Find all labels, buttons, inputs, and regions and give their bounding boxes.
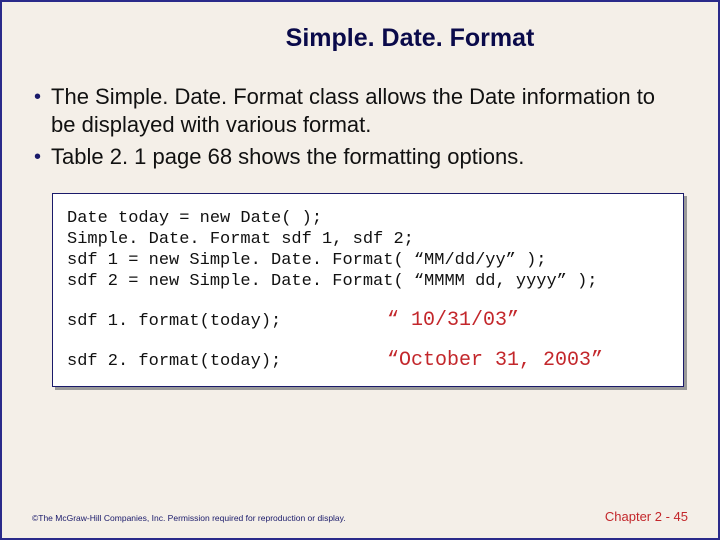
footer: ©The McGraw-Hill Companies, Inc. Permiss… (32, 509, 688, 524)
bullet-icon: • (34, 143, 41, 171)
code-line: sdf 2 = new Simple. Date. Format( “MMMM … (67, 271, 669, 292)
code-line: Date today = new Date( ); (67, 208, 669, 229)
code-output: “ 10/31/03” (387, 310, 519, 331)
code-output: “October 31, 2003” (387, 350, 603, 371)
bullet-text: Table 2. 1 page 68 shows the formatting … (51, 143, 524, 171)
bullet-text: The Simple. Date. Format class allows th… (51, 83, 678, 139)
code-block: Date today = new Date( ); Simple. Date. … (52, 193, 684, 387)
code-line: Simple. Date. Format sdf 1, sdf 2; (67, 229, 669, 250)
result-row: sdf 1. format(today); “ 10/31/03” (67, 310, 669, 332)
result-row: sdf 2. format(today); “October 31, 2003” (67, 350, 669, 372)
slide-title: Simple. Date. Format (2, 2, 718, 83)
code-call: sdf 1. format(today); (67, 311, 387, 332)
copyright-text: ©The McGraw-Hill Companies, Inc. Permiss… (32, 513, 346, 523)
list-item: • The Simple. Date. Format class allows … (34, 83, 678, 139)
bullet-icon: • (34, 83, 41, 111)
list-item: • Table 2. 1 page 68 shows the formattin… (34, 143, 678, 171)
code-line: sdf 1 = new Simple. Date. Format( “MM/dd… (67, 250, 669, 271)
bullet-list: • The Simple. Date. Format class allows … (2, 83, 718, 171)
code-call: sdf 2. format(today); (67, 351, 387, 372)
page-number: Chapter 2 - 45 (605, 509, 688, 524)
